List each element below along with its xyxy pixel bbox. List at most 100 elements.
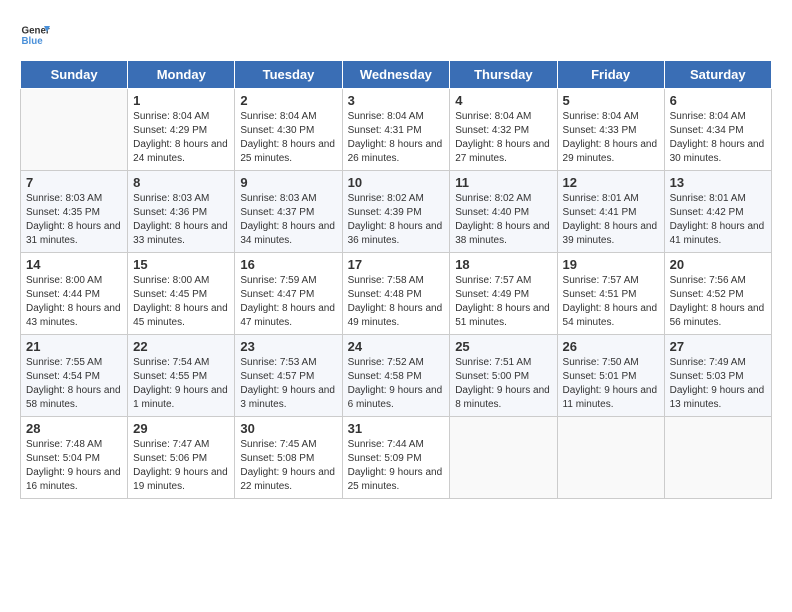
day-number: 8 xyxy=(133,175,229,190)
weekday-header-thursday: Thursday xyxy=(450,61,557,89)
weekday-header-wednesday: Wednesday xyxy=(342,61,450,89)
calendar-table: SundayMondayTuesdayWednesdayThursdayFrid… xyxy=(20,60,772,499)
day-number: 14 xyxy=(26,257,122,272)
calendar-cell: 4 Sunrise: 8:04 AMSunset: 4:32 PMDaylight… xyxy=(450,89,557,171)
calendar-cell: 26 Sunrise: 7:50 AMSunset: 5:01 PMDayligh… xyxy=(557,335,664,417)
calendar-cell: 30 Sunrise: 7:45 AMSunset: 5:08 PMDayligh… xyxy=(235,417,342,499)
day-number: 29 xyxy=(133,421,229,436)
day-number: 4 xyxy=(455,93,551,108)
weekday-header-row: SundayMondayTuesdayWednesdayThursdayFrid… xyxy=(21,61,772,89)
day-number: 11 xyxy=(455,175,551,190)
day-info: Sunrise: 8:03 AMSunset: 4:36 PMDaylight:… xyxy=(133,192,229,248)
calendar-cell: 17 Sunrise: 7:58 AMSunset: 4:48 PMDayligh… xyxy=(342,253,450,335)
day-number: 27 xyxy=(670,339,766,354)
calendar-week-row: 7Sunrise: 8:03 AMSunset: 4:35 PMDaylight… xyxy=(21,171,772,253)
calendar-cell: 24 Sunrise: 7:52 AMSunset: 4:58 PMDayligh… xyxy=(342,335,450,417)
calendar-cell: 15 Sunrise: 8:00 AMSunset: 4:45 PMDayligh… xyxy=(128,253,235,335)
calendar-week-row: 1 Sunrise: 8:04 AMSunset: 4:29 PMDaylight… xyxy=(21,89,772,171)
day-number: 17 xyxy=(348,257,445,272)
logo: General Blue xyxy=(20,20,50,50)
calendar-cell: 5Sunrise: 8:04 AMSunset: 4:33 PMDaylight… xyxy=(557,89,664,171)
day-info: Sunrise: 8:01 AMSunset: 4:42 PMDaylight:… xyxy=(670,192,766,248)
day-number: 2 xyxy=(240,93,336,108)
day-number: 15 xyxy=(133,257,229,272)
day-number: 31 xyxy=(348,421,445,436)
calendar-cell: 7Sunrise: 8:03 AMSunset: 4:35 PMDaylight… xyxy=(21,171,128,253)
calendar-cell: 18Sunrise: 7:57 AMSunset: 4:49 PMDayligh… xyxy=(450,253,557,335)
day-number: 25 xyxy=(455,339,551,354)
day-number: 30 xyxy=(240,421,336,436)
day-info: Sunrise: 7:50 AMSunset: 5:01 PMDaylight:… xyxy=(563,356,659,412)
day-number: 26 xyxy=(563,339,659,354)
day-info: Sunrise: 8:01 AMSunset: 4:41 PMDaylight:… xyxy=(563,192,659,248)
calendar-week-row: 28 Sunrise: 7:48 AMSunset: 5:04 PMDayligh… xyxy=(21,417,772,499)
calendar-cell: 29 Sunrise: 7:47 AMSunset: 5:06 PMDayligh… xyxy=(128,417,235,499)
calendar-cell: 25 Sunrise: 7:51 AMSunset: 5:00 PMDayligh… xyxy=(450,335,557,417)
day-info: Sunrise: 8:04 AMSunset: 4:34 PMDaylight:… xyxy=(670,110,766,166)
day-info: Sunrise: 7:47 AMSunset: 5:06 PMDaylight:… xyxy=(133,438,229,494)
calendar-cell: 2 Sunrise: 8:04 AMSunset: 4:30 PMDaylight… xyxy=(235,89,342,171)
day-number: 19 xyxy=(563,257,659,272)
logo-icon: General Blue xyxy=(20,20,50,50)
day-info: Sunrise: 7:51 AMSunset: 5:00 PMDaylight:… xyxy=(455,356,551,412)
calendar-cell xyxy=(557,417,664,499)
day-number: 13 xyxy=(670,175,766,190)
day-number: 23 xyxy=(240,339,336,354)
day-number: 7 xyxy=(26,175,122,190)
day-info: Sunrise: 8:00 AMSunset: 4:44 PMDaylight:… xyxy=(26,274,122,330)
calendar-cell: 31 Sunrise: 7:44 AMSunset: 5:09 PMDayligh… xyxy=(342,417,450,499)
calendar-cell: 1 Sunrise: 8:04 AMSunset: 4:29 PMDaylight… xyxy=(128,89,235,171)
calendar-week-row: 21 Sunrise: 7:55 AMSunset: 4:54 PMDayligh… xyxy=(21,335,772,417)
day-info: Sunrise: 7:52 AMSunset: 4:58 PMDaylight:… xyxy=(348,356,445,412)
day-info: Sunrise: 7:56 AMSunset: 4:52 PMDaylight:… xyxy=(670,274,766,330)
day-info: Sunrise: 8:04 AMSunset: 4:31 PMDaylight:… xyxy=(348,110,445,166)
calendar-cell: 8 Sunrise: 8:03 AMSunset: 4:36 PMDaylight… xyxy=(128,171,235,253)
day-info: Sunrise: 7:54 AMSunset: 4:55 PMDaylight:… xyxy=(133,356,229,412)
day-number: 3 xyxy=(348,93,445,108)
calendar-cell: 10Sunrise: 8:02 AMSunset: 4:39 PMDayligh… xyxy=(342,171,450,253)
weekday-header-friday: Friday xyxy=(557,61,664,89)
day-number: 22 xyxy=(133,339,229,354)
calendar-cell: 6 Sunrise: 8:04 AMSunset: 4:34 PMDaylight… xyxy=(664,89,771,171)
calendar-cell: 20 Sunrise: 7:56 AMSunset: 4:52 PMDayligh… xyxy=(664,253,771,335)
day-number: 20 xyxy=(670,257,766,272)
day-info: Sunrise: 7:53 AMSunset: 4:57 PMDaylight:… xyxy=(240,356,336,412)
day-info: Sunrise: 7:57 AMSunset: 4:51 PMDaylight:… xyxy=(563,274,659,330)
day-info: Sunrise: 8:04 AMSunset: 4:32 PMDaylight:… xyxy=(455,110,551,166)
day-info: Sunrise: 8:00 AMSunset: 4:45 PMDaylight:… xyxy=(133,274,229,330)
calendar-cell xyxy=(664,417,771,499)
day-info: Sunrise: 8:04 AMSunset: 4:29 PMDaylight:… xyxy=(133,110,229,166)
day-number: 16 xyxy=(240,257,336,272)
day-info: Sunrise: 7:58 AMSunset: 4:48 PMDaylight:… xyxy=(348,274,445,330)
day-info: Sunrise: 8:03 AMSunset: 4:37 PMDaylight:… xyxy=(240,192,336,248)
day-number: 24 xyxy=(348,339,445,354)
calendar-cell: 22 Sunrise: 7:54 AMSunset: 4:55 PMDayligh… xyxy=(128,335,235,417)
calendar-cell: 23 Sunrise: 7:53 AMSunset: 4:57 PMDayligh… xyxy=(235,335,342,417)
weekday-header-sunday: Sunday xyxy=(21,61,128,89)
calendar-cell: 9Sunrise: 8:03 AMSunset: 4:37 PMDaylight… xyxy=(235,171,342,253)
day-info: Sunrise: 7:44 AMSunset: 5:09 PMDaylight:… xyxy=(348,438,445,494)
calendar-cell: 11Sunrise: 8:02 AMSunset: 4:40 PMDayligh… xyxy=(450,171,557,253)
day-info: Sunrise: 8:04 AMSunset: 4:30 PMDaylight:… xyxy=(240,110,336,166)
day-info: Sunrise: 7:45 AMSunset: 5:08 PMDaylight:… xyxy=(240,438,336,494)
day-number: 1 xyxy=(133,93,229,108)
calendar-cell: 27 Sunrise: 7:49 AMSunset: 5:03 PMDayligh… xyxy=(664,335,771,417)
day-number: 21 xyxy=(26,339,122,354)
calendar-cell: 3 Sunrise: 8:04 AMSunset: 4:31 PMDaylight… xyxy=(342,89,450,171)
calendar-cell: 12Sunrise: 8:01 AMSunset: 4:41 PMDayligh… xyxy=(557,171,664,253)
day-number: 10 xyxy=(348,175,445,190)
calendar-cell: 21 Sunrise: 7:55 AMSunset: 4:54 PMDayligh… xyxy=(21,335,128,417)
day-info: Sunrise: 7:55 AMSunset: 4:54 PMDaylight:… xyxy=(26,356,122,412)
calendar-cell: 19 Sunrise: 7:57 AMSunset: 4:51 PMDayligh… xyxy=(557,253,664,335)
calendar-week-row: 14 Sunrise: 8:00 AMSunset: 4:44 PMDayligh… xyxy=(21,253,772,335)
day-info: Sunrise: 7:49 AMSunset: 5:03 PMDaylight:… xyxy=(670,356,766,412)
day-info: Sunrise: 7:48 AMSunset: 5:04 PMDaylight:… xyxy=(26,438,122,494)
calendar-cell xyxy=(21,89,128,171)
day-number: 5 xyxy=(563,93,659,108)
weekday-header-tuesday: Tuesday xyxy=(235,61,342,89)
calendar-cell: 13 Sunrise: 8:01 AMSunset: 4:42 PMDayligh… xyxy=(664,171,771,253)
day-number: 28 xyxy=(26,421,122,436)
day-number: 6 xyxy=(670,93,766,108)
day-info: Sunrise: 7:59 AMSunset: 4:47 PMDaylight:… xyxy=(240,274,336,330)
calendar-cell: 14 Sunrise: 8:00 AMSunset: 4:44 PMDayligh… xyxy=(21,253,128,335)
